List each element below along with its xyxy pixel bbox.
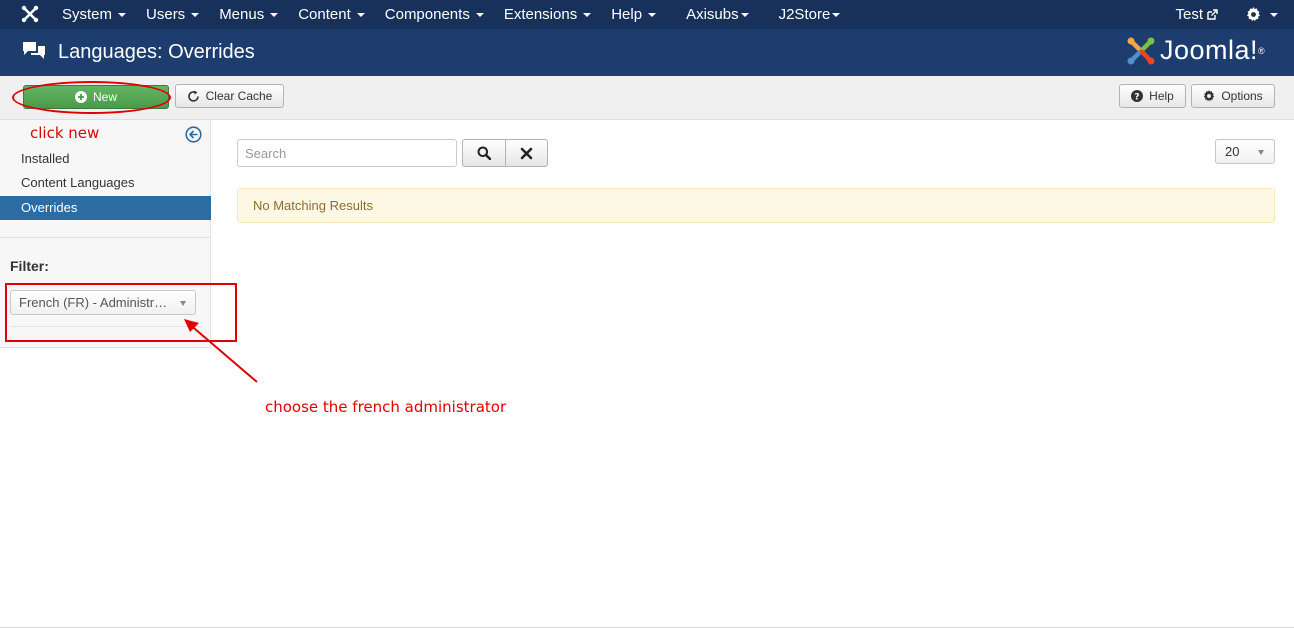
options-label: Options <box>1221 89 1263 103</box>
caret-down-icon <box>191 12 200 17</box>
caret-down-icon <box>648 12 657 17</box>
annotation-click-new: click new <box>30 124 100 142</box>
plus-circle-icon <box>74 91 87 103</box>
new-button[interactable]: New <box>23 85 169 109</box>
top-navbar: System Users Menus Content Components Ex… <box>0 0 1294 29</box>
clear-cache-label: Clear Cache <box>205 89 273 103</box>
menu-extensions[interactable]: Extensions <box>494 0 601 29</box>
help-label: Help <box>1149 89 1174 103</box>
new-button-label: New <box>92 90 117 104</box>
joomla-logo-icon[interactable] <box>20 4 40 24</box>
filter-selected-value: French (FR) - Administrator <box>19 295 177 310</box>
caret-down-icon <box>475 12 484 17</box>
clear-search-button[interactable] <box>505 139 548 167</box>
caret-down-icon <box>118 12 127 17</box>
joomla-mark-icon <box>1127 37 1155 64</box>
caret-down-icon <box>832 12 841 17</box>
caret-down-icon <box>1258 150 1264 155</box>
caret-down-icon <box>583 12 592 17</box>
caret-down-icon <box>180 301 186 306</box>
menu-content[interactable]: Content <box>288 0 375 29</box>
menu-components[interactable]: Components <box>375 0 494 29</box>
menu-j2store[interactable]: J2Store <box>769 0 851 29</box>
language-filter-select[interactable]: French (FR) - Administrator <box>10 290 196 315</box>
menu-label: System <box>62 5 113 23</box>
help-button[interactable]: ? Help <box>1119 84 1186 108</box>
registered-mark: ® <box>1258 45 1265 56</box>
search-button[interactable] <box>462 139 506 167</box>
menu-axisubs[interactable]: Axisubs <box>676 0 759 29</box>
brand-name: Joomla! <box>1160 35 1259 65</box>
menu-system[interactable]: System <box>52 0 136 29</box>
menu-label: Extensions <box>503 5 578 23</box>
caret-down-icon <box>1270 12 1278 17</box>
caret-down-icon <box>356 12 365 17</box>
menu-help[interactable]: Help <box>601 0 666 29</box>
toolbar: New Clear Cache ? Help Options <box>0 76 1294 120</box>
sidebar-divider <box>0 237 211 238</box>
menu-menus[interactable]: Menus <box>209 0 288 29</box>
user-site-link[interactable]: Test <box>1175 6 1218 23</box>
collapse-sidebar-icon[interactable] <box>185 126 202 146</box>
no-results-alert: No Matching Results <box>237 188 1275 223</box>
menu-label: Content <box>298 5 351 23</box>
svg-text:?: ? <box>1135 92 1140 102</box>
external-link-icon <box>1207 9 1218 20</box>
menu-label: Users <box>146 5 186 23</box>
comments-icon <box>21 40 47 65</box>
sidebar-divider <box>10 326 200 327</box>
refresh-icon <box>187 90 200 103</box>
page-title: Languages: Overrides <box>58 41 255 63</box>
menu-label: Axisubs <box>686 5 739 23</box>
clear-cache-button[interactable]: Clear Cache <box>175 84 284 108</box>
caret-down-icon <box>740 12 749 17</box>
joomla-brand-logo: Joomla! ® <box>1126 35 1265 66</box>
annotation-choose-french: choose the french administrator <box>265 398 507 416</box>
page-bottom-divider <box>0 627 1294 628</box>
search-icon <box>477 146 491 160</box>
menu-label: Components <box>384 5 470 23</box>
main-menu: System Users Menus Content Components Ex… <box>52 0 850 29</box>
settings-menu[interactable] <box>1246 7 1278 22</box>
options-button[interactable]: Options <box>1191 84 1275 108</box>
close-icon <box>520 147 533 160</box>
sidebar-item-overrides[interactable]: Overrides <box>0 196 211 220</box>
page-header: Languages: Overrides Joomla! ® <box>0 29 1294 76</box>
menu-users[interactable]: Users <box>136 0 209 29</box>
caret-down-icon <box>270 12 279 17</box>
navbar-right: Test <box>1175 0 1278 29</box>
filter-label: Filter: <box>10 258 49 274</box>
list-limit-select[interactable]: 20 <box>1215 139 1275 164</box>
sidebar-item-content-languages[interactable]: Content Languages <box>0 171 211 195</box>
sidebar-item-installed[interactable]: Installed <box>0 147 211 171</box>
question-circle-icon: ? <box>1131 90 1144 102</box>
menu-label: Menus <box>219 5 265 23</box>
menu-label: J2Store <box>778 5 831 23</box>
gear-icon <box>1203 90 1215 102</box>
gear-icon <box>1246 7 1261 22</box>
menu-label: Help <box>611 5 643 23</box>
user-label: Test <box>1175 6 1203 23</box>
limit-value: 20 <box>1225 144 1240 159</box>
search-input[interactable] <box>237 139 457 167</box>
